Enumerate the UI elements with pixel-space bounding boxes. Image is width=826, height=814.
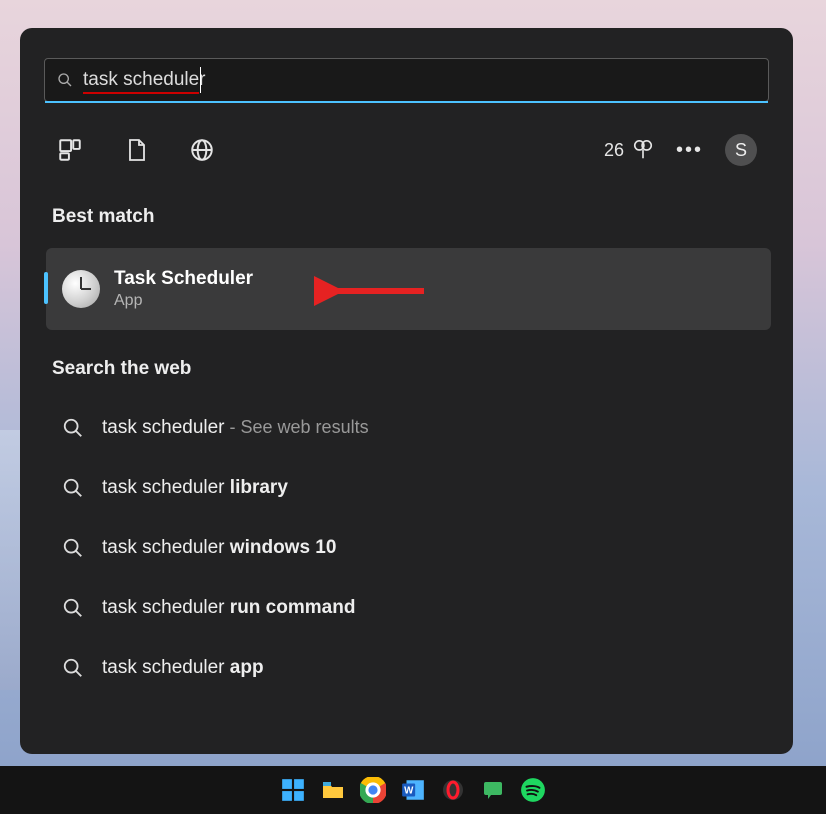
search-web-header: Search the web (52, 358, 769, 380)
search-input-container[interactable] (44, 58, 769, 102)
result-prefix: task scheduler (102, 417, 225, 438)
text-cursor (200, 67, 201, 93)
result-bold: app (230, 657, 264, 678)
best-match-title: Task Scheduler (114, 268, 253, 290)
web-result-item[interactable]: task scheduler library (44, 458, 769, 518)
spotify-icon[interactable] (519, 776, 547, 804)
web-result-item[interactable]: task scheduler windows 10 (44, 518, 769, 578)
search-icon (57, 72, 73, 88)
result-bold: library (230, 477, 288, 498)
search-icon (62, 417, 84, 439)
web-filter-icon[interactable] (188, 136, 216, 164)
search-icon (62, 477, 84, 499)
result-bold: windows 10 (230, 537, 337, 558)
file-explorer-icon[interactable] (319, 776, 347, 804)
search-toolbar: 26 ••• S (44, 128, 769, 172)
web-result-item[interactable]: task scheduler - See web results (44, 398, 769, 458)
opera-icon[interactable] (439, 776, 467, 804)
documents-filter-icon[interactable] (122, 136, 150, 164)
more-options-icon[interactable]: ••• (676, 139, 703, 162)
best-match-result[interactable]: Task Scheduler App (46, 248, 771, 330)
result-prefix: task scheduler (102, 477, 230, 498)
user-avatar[interactable]: S (725, 134, 757, 166)
start-search-panel: 26 ••• S Best match Task Scheduler App (20, 28, 793, 754)
apps-filter-icon[interactable] (56, 136, 84, 164)
chrome-icon[interactable] (359, 776, 387, 804)
result-bold: run command (230, 597, 356, 618)
svg-text:W: W (404, 785, 414, 796)
arrow-annotation (314, 276, 434, 306)
start-button-icon[interactable] (279, 776, 307, 804)
best-match-header: Best match (52, 206, 769, 228)
result-prefix: task scheduler (102, 657, 230, 678)
search-input[interactable] (83, 59, 756, 101)
search-icon (62, 657, 84, 679)
chat-app-icon[interactable] (479, 776, 507, 804)
taskbar: W (0, 766, 826, 814)
search-icon (62, 597, 84, 619)
result-prefix: task scheduler (102, 537, 230, 558)
result-prefix: task scheduler (102, 597, 230, 618)
word-icon[interactable]: W (399, 776, 427, 804)
avatar-initial: S (735, 140, 747, 161)
spellcheck-underline (83, 92, 199, 94)
web-result-item[interactable]: task scheduler run command (44, 578, 769, 638)
task-scheduler-icon (62, 270, 100, 308)
web-result-item[interactable]: task scheduler app (44, 638, 769, 698)
rewards-count: 26 (604, 140, 624, 161)
search-icon (62, 537, 84, 559)
rewards-badge[interactable]: 26 (604, 139, 654, 161)
best-match-subtitle: App (114, 292, 253, 310)
result-suffix: - See web results (225, 417, 369, 437)
web-results-list: task scheduler - See web results task sc… (44, 398, 769, 698)
